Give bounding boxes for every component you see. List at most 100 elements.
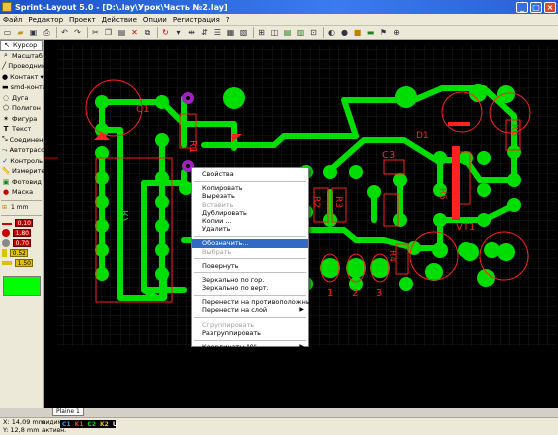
menu-designate[interactable]: Обозначить...: [192, 239, 308, 248]
rotate-icon[interactable]: ↻: [160, 27, 171, 38]
menu-file[interactable]: Файл: [0, 16, 25, 24]
redo-icon[interactable]: ↷: [72, 27, 83, 38]
rotate-dropdown-icon[interactable]: ▾: [173, 27, 184, 38]
tool-text[interactable]: T Текст: [0, 124, 43, 135]
smd-height-row[interactable]: 1.50: [0, 258, 43, 268]
save-icon[interactable]: ▣: [28, 27, 39, 38]
properties-icon[interactable]: ⊡: [308, 27, 319, 38]
menu-rotate[interactable]: Повернуть: [192, 262, 308, 270]
drc-icon[interactable]: ▥: [295, 27, 306, 38]
tool-sidebar: ↖ Курсор ⌕ Масштаб ╱ Проводник ● Контакт ▾ ▬ s…: [0, 40, 54, 408]
paste-icon[interactable]: ▤: [116, 27, 127, 38]
fill-icon[interactable]: ●: [339, 27, 350, 38]
layer-c1[interactable]: C1: [62, 421, 71, 428]
layer-icon[interactable]: ◫: [269, 27, 280, 38]
zoom-in-icon[interactable]: ⊕: [391, 27, 402, 38]
menu-cut[interactable]: Вырезать: [192, 192, 308, 200]
smd-width-row[interactable]: 0.52: [0, 248, 43, 258]
menu-properties[interactable]: Свойства: [192, 170, 308, 178]
menu-edit[interactable]: Редактор: [25, 16, 66, 24]
undo-icon[interactable]: ↶: [59, 27, 70, 38]
pad-outer-icon: [2, 228, 10, 237]
ungroup-icon[interactable]: ▧: [238, 27, 249, 38]
smd-width-value[interactable]: 0.52: [10, 248, 28, 257]
layer-selector[interactable]: C1 K1 C2 K2 U: [60, 420, 118, 428]
macro-icon[interactable]: ⚑: [378, 27, 389, 38]
smd-height-value[interactable]: 1.50: [15, 258, 33, 267]
menu-ungroup[interactable]: Разгруппировать: [192, 329, 308, 337]
menu-help[interactable]: ?: [223, 16, 233, 24]
delete-icon[interactable]: ✕: [129, 27, 140, 38]
menu-action[interactable]: Действие: [99, 16, 140, 24]
grid-selector[interactable]: ⊞ 1 mm: [0, 203, 43, 213]
cut-icon[interactable]: ✂: [90, 27, 101, 38]
maximize-button[interactable]: □: [530, 1, 542, 13]
menu-coordinates-zero[interactable]: Координаты "0" ▶: [192, 343, 308, 351]
mirror-horizontal-icon[interactable]: ⇹: [186, 27, 197, 38]
menu-separator: [194, 180, 306, 182]
smd-width-icon: [2, 248, 7, 257]
menu-options[interactable]: Опции: [140, 16, 170, 24]
pad-inner-row[interactable]: 0.70: [0, 238, 43, 248]
tool-connection[interactable]: ⤡ Соединение: [0, 135, 52, 146]
layer-u[interactable]: U: [113, 421, 118, 428]
label-r3: R3: [333, 196, 343, 208]
polygon-icon: ⬠: [2, 104, 10, 113]
menu-move-to-layer[interactable]: Перенести на слой ▶: [192, 306, 308, 314]
menu-mirror-horizontal[interactable]: Зеркально по гор.: [192, 276, 308, 284]
tool-shape[interactable]: ✶ Фигура: [0, 114, 43, 125]
tool-cursor[interactable]: ↖ Курсор: [0, 40, 43, 51]
tool-photoview[interactable]: ▣ Фотовид: [0, 177, 43, 188]
menu-copies[interactable]: Копии ...: [192, 217, 308, 225]
photoview-icon[interactable]: ▤: [282, 27, 293, 38]
chevron-right-icon: ▶: [299, 343, 304, 350]
pcb-canvas[interactable]: C1 R1 D1 C3 R5 R6 R2 R3 R4 VT1 1 2 3 R7 …: [44, 40, 558, 408]
label-r6: R6: [509, 124, 519, 136]
tool-smd-pad[interactable]: ▬ smd-контакт: [0, 82, 54, 93]
duplicate-icon[interactable]: ⧉: [142, 27, 153, 38]
close-button[interactable]: ×: [544, 1, 556, 13]
contrast-icon[interactable]: ◐: [326, 27, 337, 38]
pad-outer-value[interactable]: 1.80: [13, 228, 31, 237]
pad-inner-value[interactable]: 0.70: [13, 238, 31, 247]
menu-delete[interactable]: Удалить: [192, 225, 308, 233]
component-icon[interactable]: ⊞: [256, 27, 267, 38]
tab-plaine-1[interactable]: Plaine 1: [52, 408, 84, 416]
color-icon[interactable]: ■: [352, 27, 363, 38]
active-layer-color[interactable]: [3, 275, 41, 296]
divider: [1, 214, 42, 216]
print-icon[interactable]: ⎙: [41, 27, 52, 38]
tool-zoom[interactable]: ⌕ Масштаб: [0, 51, 43, 62]
layer-c2[interactable]: C2: [87, 421, 96, 428]
tool-measure[interactable]: 📏 Измеритель: [0, 166, 54, 177]
copy-icon[interactable]: ❐: [103, 27, 114, 38]
tool-track[interactable]: ╱ Проводник: [0, 61, 46, 72]
layer-k1[interactable]: K1: [75, 421, 84, 428]
tool-pad[interactable]: ● Контакт ▾: [0, 72, 44, 83]
menu-copy[interactable]: Копировать: [192, 184, 308, 192]
menu-duplicate[interactable]: Дублировать: [192, 209, 308, 217]
open-folder-icon[interactable]: ▰: [15, 27, 26, 38]
new-file-icon[interactable]: ▭: [2, 27, 13, 38]
layer-k2[interactable]: K2: [100, 421, 109, 428]
align-icon[interactable]: ☰: [212, 27, 223, 38]
group-icon[interactable]: ▦: [225, 27, 236, 38]
display-icon[interactable]: ▬: [365, 27, 376, 38]
tool-polygon[interactable]: ⬠ Полигон: [0, 103, 43, 114]
tool-autoroute[interactable]: ⤳ Автотрасса: [0, 145, 49, 156]
pad-outer-row[interactable]: 1.80: [0, 228, 43, 238]
menu-mirror-vertical[interactable]: Зеркально по верт.: [192, 284, 308, 292]
toolbar-separator: [253, 27, 254, 38]
track-width-value[interactable]: 0.10: [15, 218, 33, 227]
tool-mask[interactable]: ● Маска: [0, 187, 43, 198]
menu-move-opposite-layer[interactable]: Перенести на противоположный слой: [192, 298, 333, 306]
mirror-vertical-icon[interactable]: ⇵: [199, 27, 210, 38]
tool-check[interactable]: ✓ Контроль: [0, 156, 43, 167]
track-width-row[interactable]: 0.10: [0, 218, 43, 228]
menu-register[interactable]: Регистрация: [170, 16, 223, 24]
menu-project[interactable]: Проект: [66, 16, 99, 24]
tool-label: Маска: [12, 188, 34, 197]
tool-arc[interactable]: ◌ Дуга: [0, 93, 43, 104]
menu-separator: [194, 339, 306, 341]
minimize-button[interactable]: _: [516, 1, 528, 13]
